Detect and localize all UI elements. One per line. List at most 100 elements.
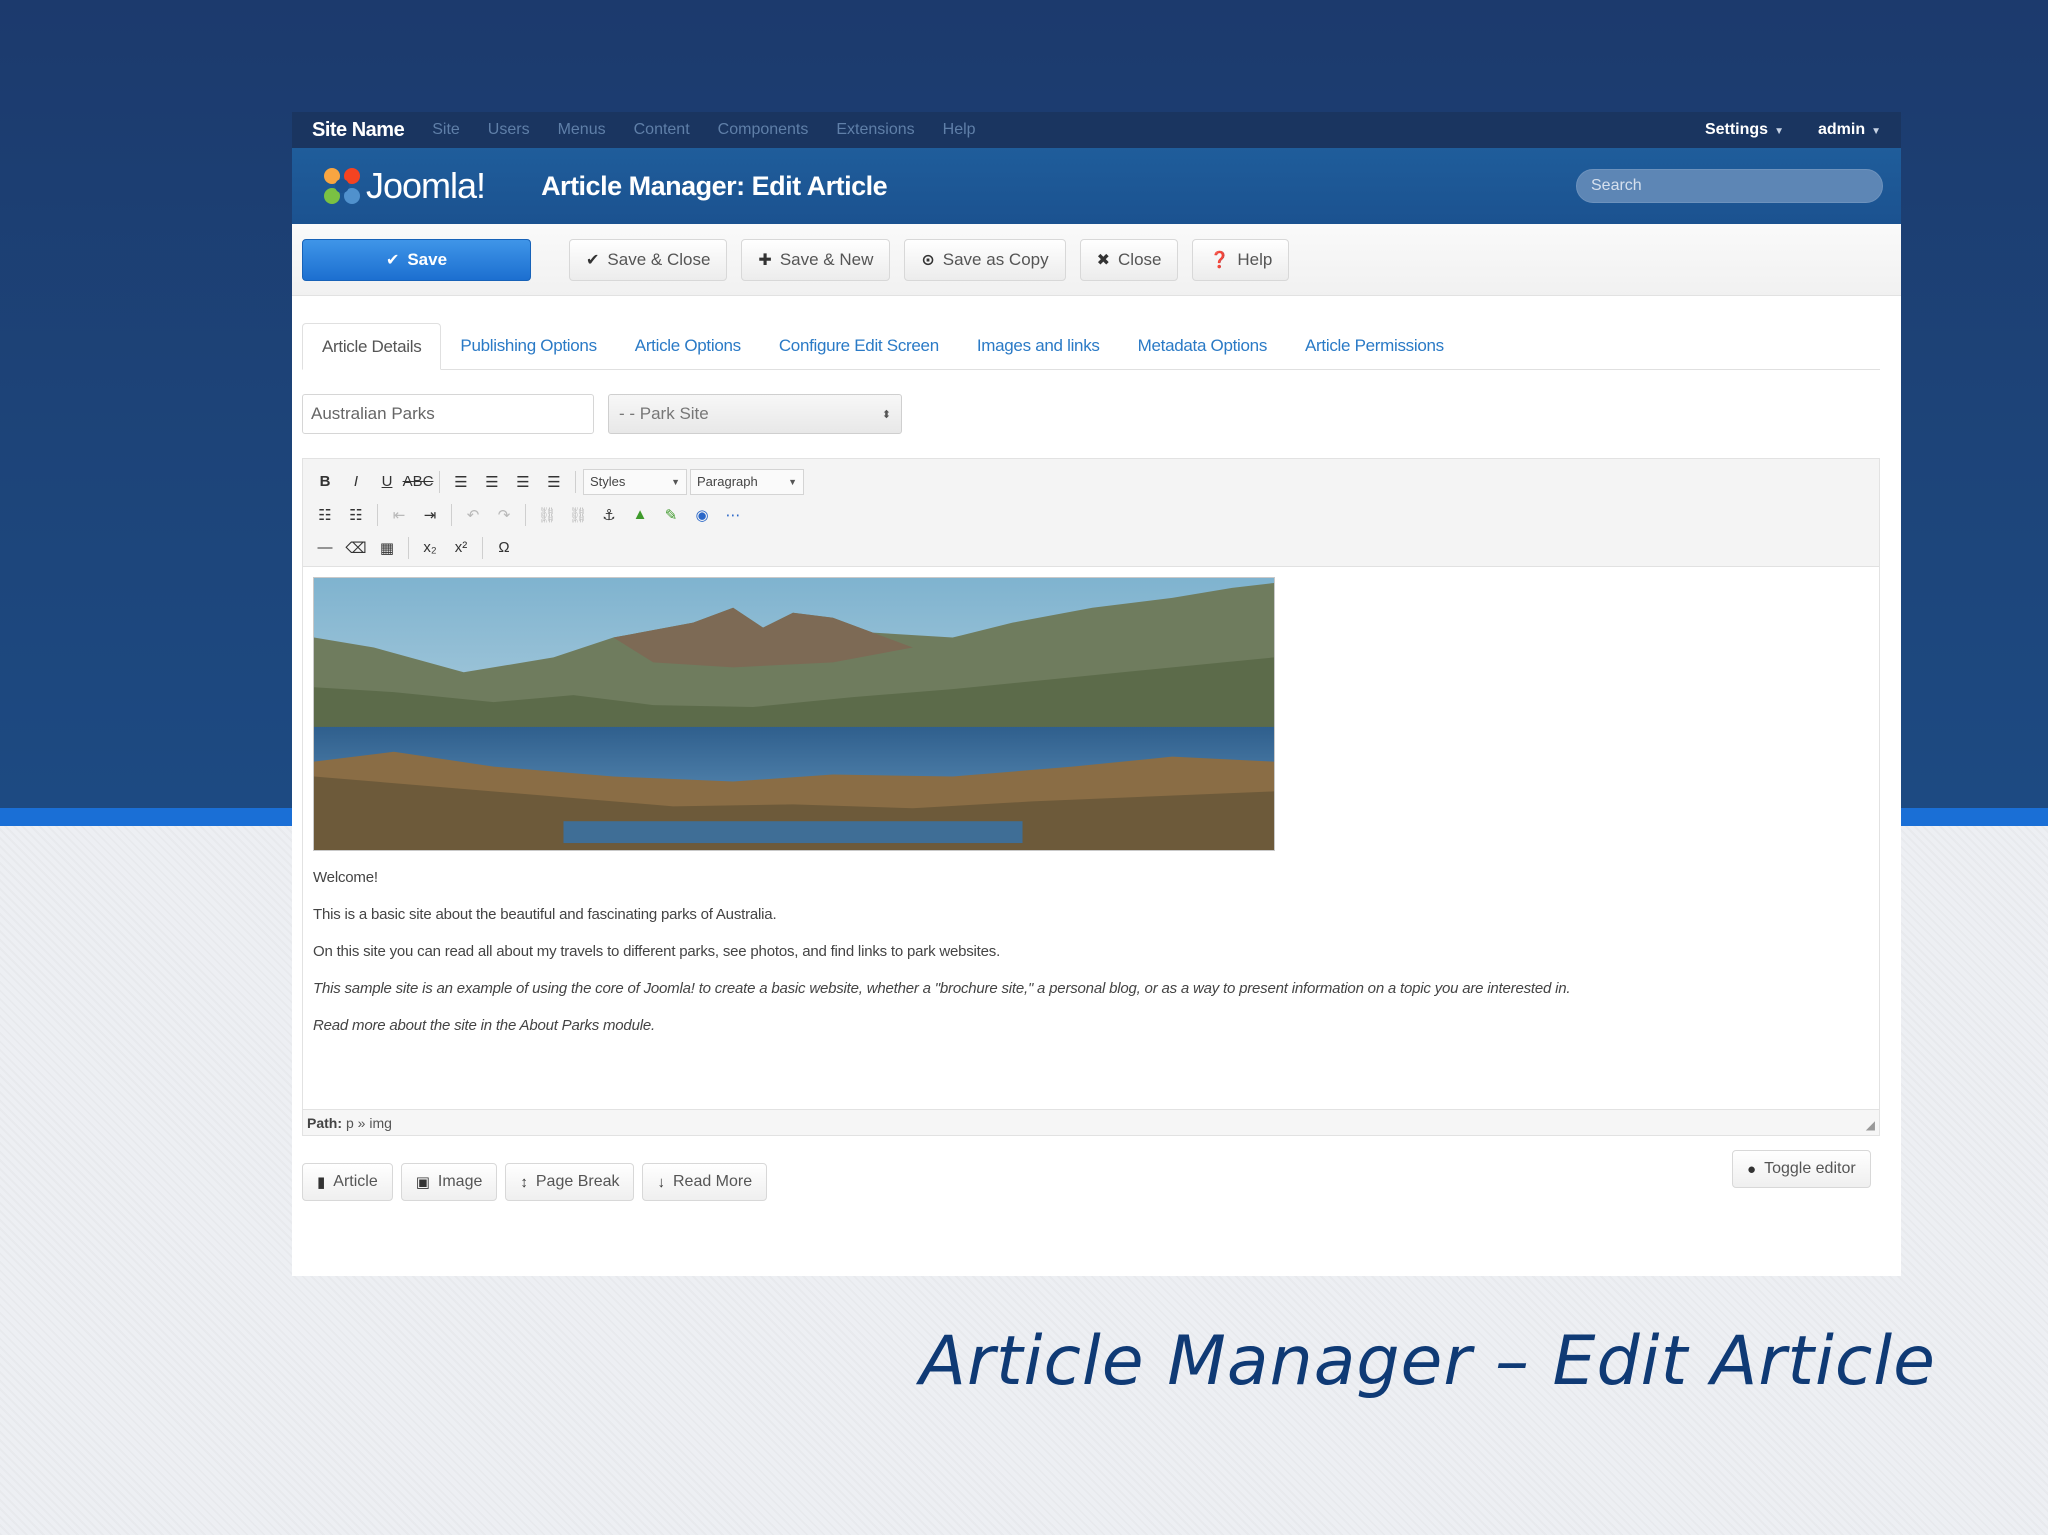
site-name-link[interactable]: Site Name xyxy=(312,119,405,142)
tab-images-and-links[interactable]: Images and links xyxy=(958,322,1119,369)
save-copy-button[interactable]: ⊙ Save as Copy xyxy=(904,238,1066,281)
tab-article-options[interactable]: Article Options xyxy=(616,322,760,369)
close-button[interactable]: ✖ Close xyxy=(1079,238,1179,281)
slide-caption: Article Manager – Edit Article xyxy=(919,1322,1936,1401)
tab-publishing-options[interactable]: Publishing Options xyxy=(441,322,615,369)
tab-article-permissions[interactable]: Article Permissions xyxy=(1286,322,1463,369)
logo-text: Joomla! xyxy=(366,165,486,206)
editor-toolbar: B I U ABC ☰ ☰ ☰ ☰ Styles ▼ Paragraph ▼ ☷… xyxy=(303,459,1879,567)
nav-item-site[interactable]: Site xyxy=(432,121,460,139)
save-close-label: Save & Close xyxy=(607,249,711,269)
indent-icon[interactable]: ⇥ xyxy=(416,502,444,528)
cleanup-icon[interactable]: ✎ xyxy=(657,502,685,528)
chevron-down-icon: ▼ xyxy=(1774,126,1784,137)
paragraph-read-more: Read more about the site in the About Pa… xyxy=(313,1017,655,1034)
search-input[interactable] xyxy=(1576,169,1883,203)
read-more-label: Read More xyxy=(672,1173,753,1190)
page-break-button[interactable]: ↕ Page Break xyxy=(505,1163,635,1201)
toolbar-divider xyxy=(525,503,526,526)
toggle-editor-button[interactable]: ● Toggle editor xyxy=(1732,1150,1871,1188)
article-tabs: Article Details Publishing Options Artic… xyxy=(302,322,1880,370)
toolbar-divider xyxy=(451,503,452,526)
parent-select[interactable]: - - Park Site ⬍ xyxy=(608,394,902,434)
paragraph-welcome: Welcome! xyxy=(313,869,378,886)
nav-item-menus[interactable]: Menus xyxy=(558,121,606,139)
italic-icon[interactable]: I xyxy=(342,469,370,495)
rich-text-editor: B I U ABC ☰ ☰ ☰ ☰ Styles ▼ Paragraph ▼ ☷… xyxy=(302,458,1880,1136)
subscript-icon[interactable]: x₂ xyxy=(416,535,444,561)
redo-icon[interactable]: ↷ xyxy=(490,502,518,528)
save-button[interactable]: ✔ Save xyxy=(302,238,531,281)
more-icon[interactable]: ⋯ xyxy=(719,502,747,528)
align-center-icon[interactable]: ☰ xyxy=(478,469,506,495)
outdent-icon[interactable]: ⇤ xyxy=(385,502,413,528)
picture-icon: ▣ xyxy=(415,1174,430,1191)
editor-path-bar: Path: p » img ◢ xyxy=(303,1109,1879,1135)
nav-item-components[interactable]: Components xyxy=(718,121,809,139)
save-label: Save xyxy=(407,249,448,269)
lake-landscape-image[interactable] xyxy=(313,577,1275,851)
tab-metadata-options[interactable]: Metadata Options xyxy=(1119,322,1286,369)
joomla-logo-icon xyxy=(324,168,360,204)
question-icon: ❓ xyxy=(1209,251,1230,269)
undo-icon[interactable]: ↶ xyxy=(459,502,487,528)
action-toolbar: ✔ Save ✔ Save & Close ✚ Save & New ⊙ Sav… xyxy=(292,224,1901,296)
nav-item-help[interactable]: Help xyxy=(943,121,976,139)
page-header: Joomla! Article Manager: Edit Article xyxy=(292,148,1901,224)
paragraph-dropdown[interactable]: Paragraph ▼ xyxy=(690,468,804,495)
nav-item-extensions[interactable]: Extensions xyxy=(836,121,914,139)
bullet-list-icon[interactable]: ☷ xyxy=(311,502,339,528)
nav-item-content[interactable]: Content xyxy=(634,121,690,139)
visual-aid-icon[interactable]: ▦ xyxy=(373,535,401,561)
align-right-icon[interactable]: ☰ xyxy=(509,469,537,495)
joomla-logo[interactable]: Joomla! xyxy=(320,164,486,208)
underline-icon[interactable]: U xyxy=(373,469,401,495)
settings-menu[interactable]: Settings ▼ xyxy=(1705,121,1784,139)
page-break-label: Page Break xyxy=(535,1173,620,1190)
editor-toolbar-row: ☷ ☷ ⇤ ⇥ ↶ ↷ ⛓ ⛓ ⚓ ▲ ✎ ◉ ⋯ xyxy=(311,498,1871,531)
save-close-button[interactable]: ✔ Save & Close xyxy=(569,238,728,281)
remove-format-icon[interactable]: ⌫ xyxy=(342,535,370,561)
bold-icon[interactable]: B xyxy=(311,469,339,495)
select-arrows-icon: ⬍ xyxy=(881,408,891,421)
save-copy-label: Save as Copy xyxy=(942,249,1049,269)
resize-handle-icon[interactable]: ◢ xyxy=(1866,1118,1875,1132)
help-button[interactable]: ❓ Help xyxy=(1192,238,1290,281)
tab-configure-edit-screen[interactable]: Configure Edit Screen xyxy=(760,322,958,369)
image-label: Image xyxy=(437,1173,483,1190)
save-new-button[interactable]: ✚ Save & New xyxy=(741,238,891,281)
nav-item-users[interactable]: Users xyxy=(488,121,530,139)
title-field[interactable] xyxy=(302,394,594,434)
close-label: Close xyxy=(1118,249,1162,269)
admin-label: admin xyxy=(1817,121,1866,138)
tab-article-details[interactable]: Article Details xyxy=(302,323,442,370)
paragraph-intro: This is a basic site about the beautiful… xyxy=(313,906,777,923)
image-button[interactable]: ▣ Image xyxy=(400,1163,498,1201)
align-justify-icon[interactable]: ☰ xyxy=(540,469,568,495)
toolbar-divider xyxy=(482,536,483,559)
editor-content[interactable]: Welcome! This is a basic site about the … xyxy=(303,567,1879,1103)
numbered-list-icon[interactable]: ☷ xyxy=(342,502,370,528)
styles-dropdown[interactable]: Styles ▼ xyxy=(583,468,687,495)
editor-extra-buttons: ▮ Article ▣ Image ↕ Page Break ↓ Read Mo… xyxy=(302,1163,768,1201)
save-new-label: Save & New xyxy=(779,249,874,269)
toggle-editor-label: Toggle editor xyxy=(1764,1160,1856,1177)
article-button[interactable]: ▮ Article xyxy=(302,1163,393,1201)
toolbar-divider xyxy=(408,536,409,559)
superscript-icon[interactable]: x² xyxy=(447,535,475,561)
read-more-button[interactable]: ↓ Read More xyxy=(642,1163,768,1201)
paragraph-travels: On this site you can read all about my t… xyxy=(313,943,1001,960)
special-character-icon[interactable]: Ω xyxy=(490,535,518,561)
unlink-icon[interactable]: ⛓ xyxy=(564,502,592,528)
admin-menu[interactable]: admin ▼ xyxy=(1818,121,1881,139)
image-insert-icon[interactable]: ▲ xyxy=(626,502,654,528)
strikethrough-icon[interactable]: ABC xyxy=(403,469,434,495)
path-value[interactable]: p » img xyxy=(346,1115,392,1131)
horizontal-rule-icon[interactable]: — xyxy=(311,535,339,561)
align-left-icon[interactable]: ☰ xyxy=(447,469,475,495)
html-source-icon[interactable]: ◉ xyxy=(688,502,716,528)
vertical-arrows-icon: ↕ xyxy=(520,1173,528,1191)
anchor-icon[interactable]: ⚓ xyxy=(595,502,623,528)
paragraph-sample-site: This sample site is an example of using … xyxy=(313,980,1571,997)
link-icon[interactable]: ⛓ xyxy=(533,502,561,528)
